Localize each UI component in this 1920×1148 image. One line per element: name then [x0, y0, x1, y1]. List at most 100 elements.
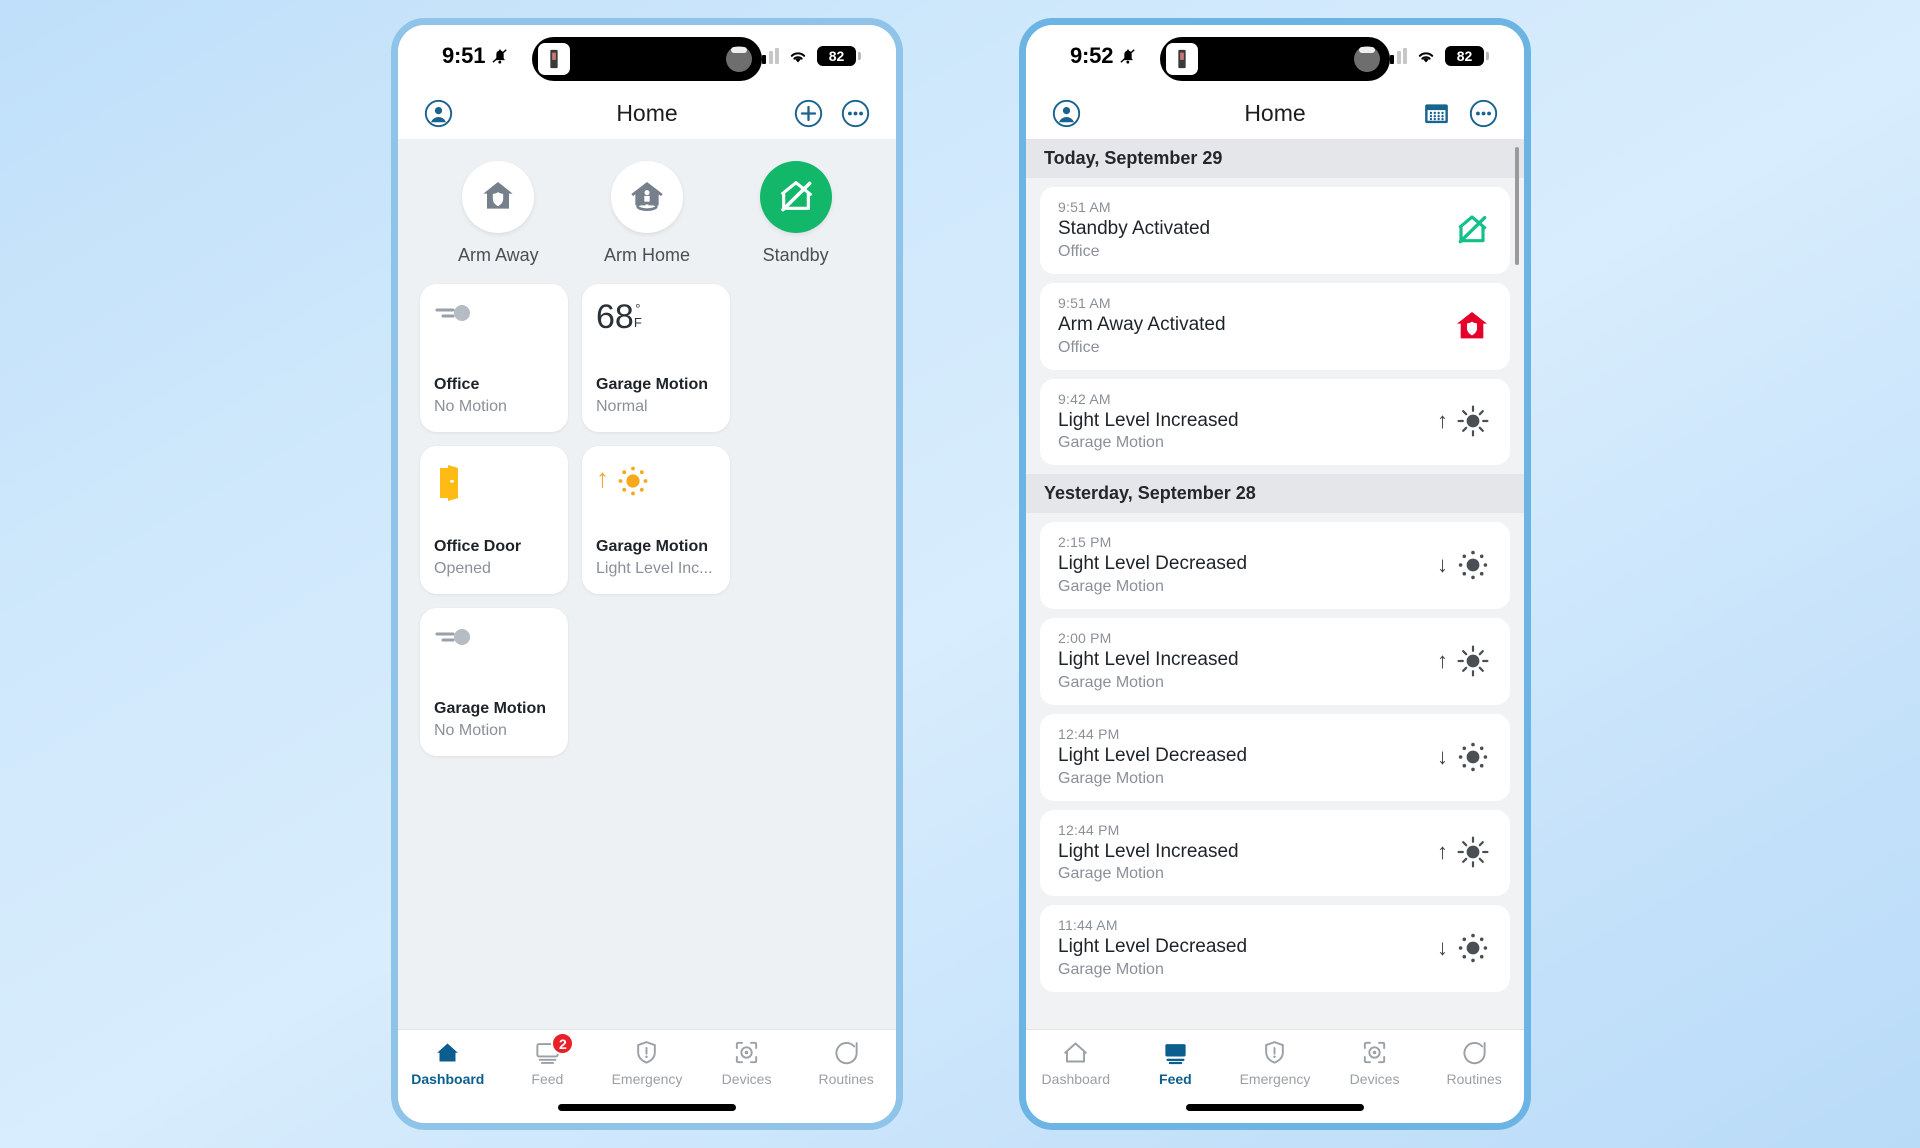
- up-arrow-icon: ↑: [1437, 408, 1448, 434]
- status-bar: 9:52 82: [1026, 25, 1524, 87]
- plus-circle-icon[interactable]: [794, 99, 823, 128]
- tab-devices-label: Devices: [721, 1071, 772, 1087]
- feed-item-time: 12:44 PM: [1058, 725, 1120, 742]
- tab-devices[interactable]: Devices: [697, 1039, 797, 1087]
- feed-item[interactable]: 11:44 AM Light Level Decreased Garage Mo…: [1040, 905, 1510, 992]
- device-card-garage-temp[interactable]: 68 ° F Garage Motion Normal: [582, 284, 730, 432]
- device-card-office-motion[interactable]: Office No Motion: [420, 284, 568, 432]
- tab-routines[interactable]: Routines: [1424, 1039, 1524, 1087]
- mode-standby[interactable]: Standby: [740, 161, 852, 266]
- feed-item-source: Garage Motion: [1058, 769, 1164, 787]
- mode-standby-label: Standby: [762, 245, 829, 265]
- device-card-title: Garage Motion: [434, 700, 547, 718]
- tab-dashboard[interactable]: Dashboard: [1026, 1039, 1126, 1087]
- calendar-icon[interactable]: [1422, 99, 1451, 128]
- device-card-garage-light[interactable]: ↑ Garage Motion Light Level Inc...: [582, 446, 730, 594]
- feed-item-title: Light Level Decreased: [1058, 936, 1248, 958]
- feed-item-time: 9:42 AM: [1058, 390, 1111, 407]
- home-indicator: [1186, 1104, 1364, 1111]
- feed-item[interactable]: 12:44 PM Light Level Increased Garage Mo…: [1040, 809, 1510, 897]
- feed-item-source: Garage Motion: [1058, 578, 1164, 595]
- tab-feed[interactable]: 2 Feed: [498, 1032, 598, 1087]
- house-person-icon: [631, 182, 663, 212]
- feed-item[interactable]: 9:51 AM Standby Activated Office: [1040, 187, 1510, 274]
- mode-selector: Arm Away Arm Home Standby: [398, 139, 896, 284]
- feed-item[interactable]: 2:00 PM Light Level Increased Garage Mot…: [1040, 618, 1510, 705]
- feed-item-title: Light Level Increased: [1058, 840, 1239, 862]
- feed-item-time: 2:15 PM: [1058, 534, 1112, 551]
- dashboard-content: Arm Away Arm Home Standby Office No Moti…: [398, 139, 896, 1029]
- shield-alert-icon: [637, 1041, 657, 1064]
- device-card-title: Office: [434, 376, 480, 394]
- wifi-icon: [790, 51, 806, 63]
- down-arrow-icon: ↓: [1437, 935, 1448, 961]
- feed-item-source: Garage Motion: [1058, 865, 1164, 883]
- status-bar: 9:51 82: [398, 25, 896, 87]
- island-app-icon: [1166, 43, 1198, 75]
- feed-item[interactable]: 2:15 PM Light Level Decreased Garage Mot…: [1040, 522, 1510, 609]
- tab-dashboard[interactable]: Dashboard: [398, 1039, 498, 1087]
- tab-devices[interactable]: Devices: [1325, 1039, 1425, 1087]
- feed-item[interactable]: 9:42 AM Light Level Increased Garage Mot…: [1040, 378, 1510, 466]
- dynamic-island: [1160, 37, 1390, 81]
- feed-item-title: Arm Away Activated: [1058, 313, 1226, 335]
- feed-item-time: 9:51 AM: [1058, 199, 1111, 215]
- person-circle-icon[interactable]: [424, 99, 453, 128]
- phone-dashboard-screen: 9:51 82 Home Arm Away Arm Home Standby O…: [391, 18, 903, 1130]
- up-arrow-icon: ↑: [1437, 647, 1448, 673]
- tab-devices-label: Devices: [1349, 1071, 1400, 1087]
- sun-solid-icon: [1457, 645, 1489, 677]
- mode-arm-away-circle: [462, 161, 535, 233]
- home-icon: [1064, 1042, 1088, 1063]
- clock-label: 9:51: [442, 43, 486, 68]
- sun-solid-icon: [1457, 405, 1489, 437]
- tab-feed[interactable]: Feed: [1126, 1039, 1226, 1087]
- feed-item-source: Office: [1058, 338, 1100, 356]
- feed-item-title: Light Level Increased: [1058, 409, 1239, 431]
- routine-icon: [835, 1042, 858, 1065]
- feed-item-source: Office: [1058, 242, 1100, 260]
- feed-item[interactable]: 9:51 AM Arm Away Activated Office: [1040, 282, 1510, 370]
- mode-arm-away[interactable]: Arm Away: [442, 161, 554, 266]
- app-header: Home: [1026, 87, 1524, 139]
- sensor-icon: [735, 1041, 758, 1064]
- wifi-icon: [1418, 51, 1434, 63]
- mode-arm-home-circle: [610, 161, 683, 233]
- up-arrow-icon: ↑: [1437, 839, 1448, 865]
- feed-item-time: 2:00 PM: [1058, 630, 1112, 646]
- device-card-office-door[interactable]: Office Door Opened: [420, 446, 568, 594]
- tab-emergency[interactable]: Emergency: [597, 1039, 697, 1087]
- phone-feed-screen: 9:52 82 Home Today, September 29 9:51 AM…: [1019, 18, 1531, 1130]
- device-card-garage-motion[interactable]: Garage Motion No Motion: [420, 608, 568, 756]
- dynamic-island: [532, 37, 762, 81]
- tab-emergency[interactable]: Emergency: [1225, 1039, 1325, 1087]
- status-bar-left: 9:51: [442, 43, 510, 69]
- device-card-status: No Motion: [434, 722, 507, 740]
- feed-list[interactable]: Today, September 29 9:51 AM Standby Acti…: [1026, 139, 1524, 1029]
- tab-feed-label: Feed: [1159, 1071, 1192, 1087]
- island-camera-icon: [1354, 46, 1380, 72]
- tab-routines-label: Routines: [1446, 1071, 1502, 1087]
- feed-item-title: Light Level Decreased: [1058, 744, 1248, 766]
- more-circle-icon[interactable]: [841, 99, 870, 128]
- island-app-icon: [538, 43, 570, 75]
- feed-item-source: Garage Motion: [1058, 961, 1164, 978]
- temperature-value: 68 ° F: [596, 300, 716, 346]
- device-card-title: Office Door: [434, 538, 522, 556]
- routine-icon: [1463, 1042, 1486, 1065]
- device-card-title: Garage Motion: [596, 376, 709, 394]
- house-slash-icon: [780, 181, 812, 212]
- temperature-unit: F: [633, 314, 642, 330]
- scrollbar-thumb[interactable]: [1515, 147, 1519, 265]
- bell-slash-icon: [492, 49, 507, 64]
- degree-symbol: °: [635, 301, 641, 316]
- mode-arm-home[interactable]: Arm Home: [591, 161, 703, 266]
- home-indicator: [558, 1104, 736, 1111]
- open-door-icon: [434, 462, 554, 508]
- more-circle-icon[interactable]: [1469, 99, 1498, 128]
- tab-routines[interactable]: Routines: [796, 1039, 896, 1087]
- feed-item-title: Light Level Decreased: [1058, 553, 1248, 575]
- person-circle-icon[interactable]: [1052, 99, 1081, 128]
- feed-item[interactable]: 12:44 PM Light Level Decreased Garage Mo…: [1040, 713, 1510, 801]
- home-icon: [437, 1043, 459, 1062]
